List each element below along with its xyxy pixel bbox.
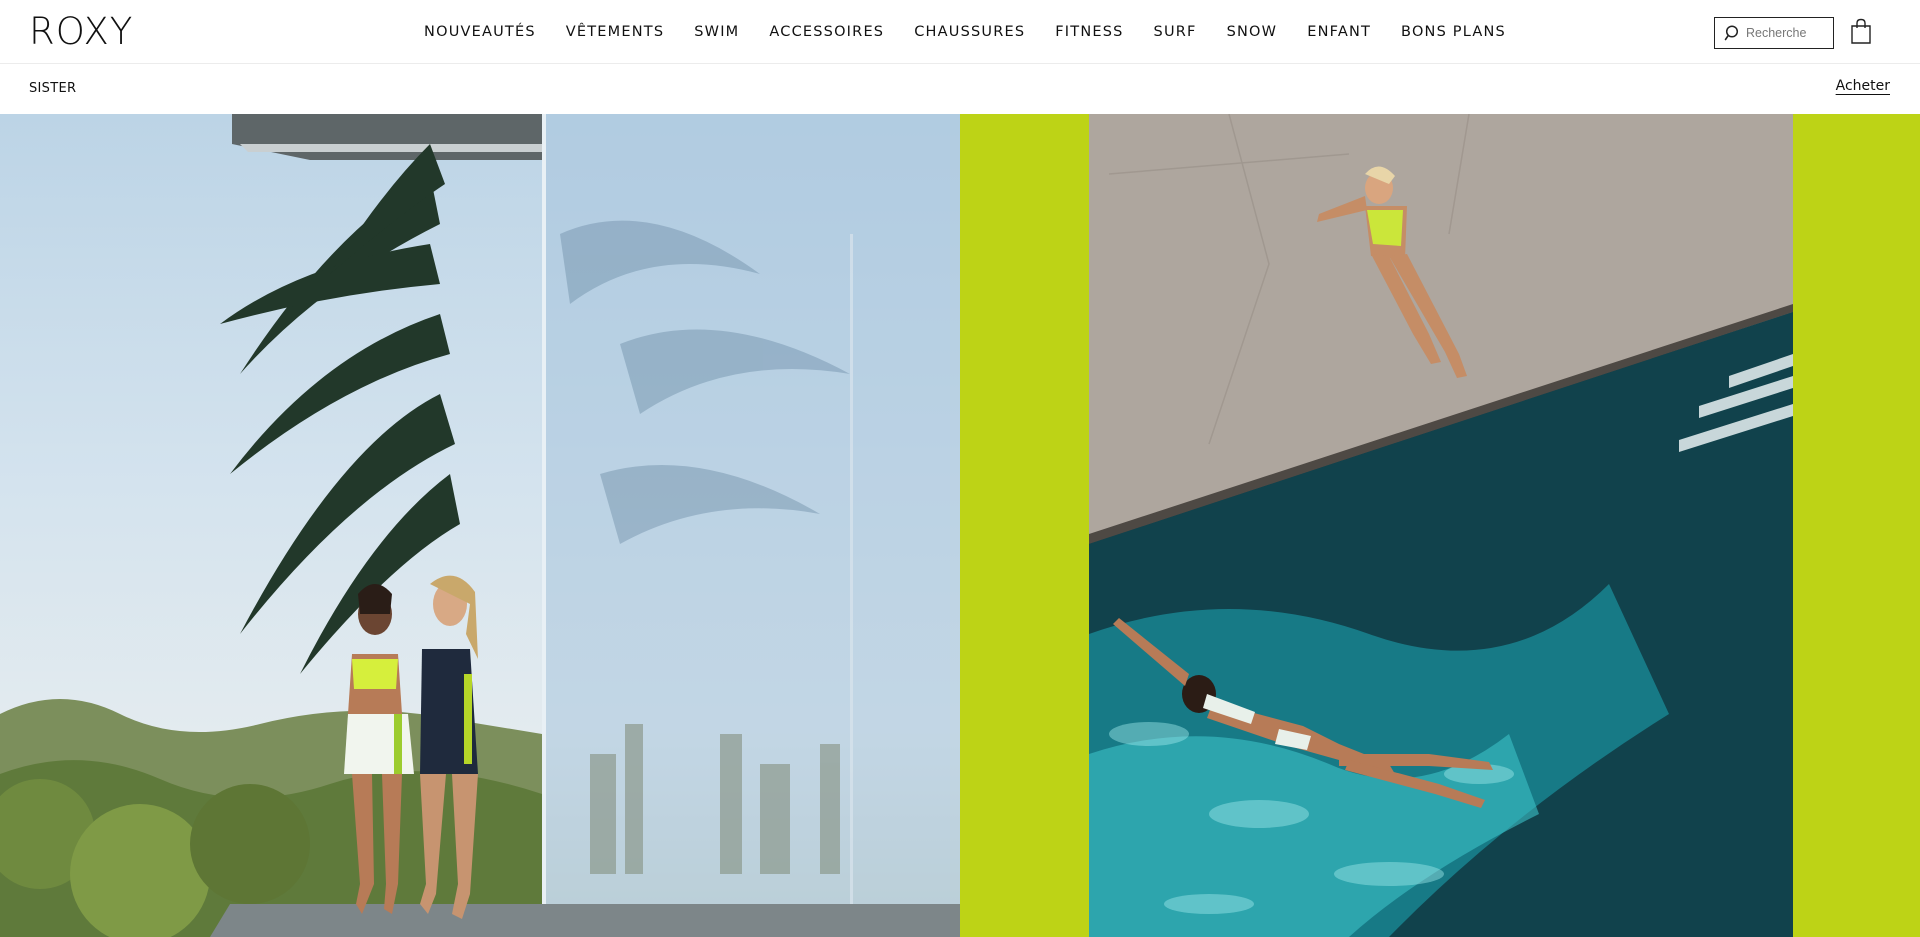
hero-image-left[interactable] <box>0 114 960 937</box>
nav-item-enfant[interactable]: ENFANT <box>1307 24 1371 40</box>
nav-item-accessoires[interactable]: ACCESSOIRES <box>769 24 884 40</box>
nav-item-surf[interactable]: SURF <box>1154 24 1197 40</box>
nav-item-nouveautes[interactable]: NOUVEAUTÉS <box>424 24 536 40</box>
hero-image-right[interactable] <box>1089 114 1793 937</box>
nav-item-bons-plans[interactable]: BONS PLANS <box>1401 24 1506 40</box>
pool-scene-illustration <box>1089 114 1793 937</box>
terrace-scene-illustration <box>0 114 960 937</box>
nav-item-snow[interactable]: SNOW <box>1227 24 1278 40</box>
main-nav: NOUVEAUTÉS VÊTEMENTS SWIM ACCESSOIRES CH… <box>0 0 1920 64</box>
collection-bar: SISTER Acheter <box>0 65 1920 114</box>
search-box[interactable] <box>1714 17 1834 49</box>
nav-item-swim[interactable]: SWIM <box>694 24 739 40</box>
nav-item-chaussures[interactable]: CHAUSSURES <box>914 24 1025 40</box>
shopping-bag-icon[interactable] <box>1850 18 1872 44</box>
shop-link[interactable]: Acheter <box>1836 78 1890 94</box>
main-nav-list: NOUVEAUTÉS VÊTEMENTS SWIM ACCESSOIRES CH… <box>424 24 1506 40</box>
nav-item-fitness[interactable]: FITNESS <box>1055 24 1123 40</box>
site-header: ROXY NOUVEAUTÉS VÊTEMENTS SWIM ACCESSOIR… <box>0 0 1920 64</box>
collection-title: SISTER <box>29 81 77 96</box>
hero-banner[interactable] <box>0 114 1920 937</box>
roxy-logo[interactable]: ROXY <box>29 13 133 50</box>
search-icon <box>1724 25 1739 41</box>
search-input[interactable] <box>1746 26 1832 40</box>
nav-item-vetements[interactable]: VÊTEMENTS <box>566 24 664 40</box>
